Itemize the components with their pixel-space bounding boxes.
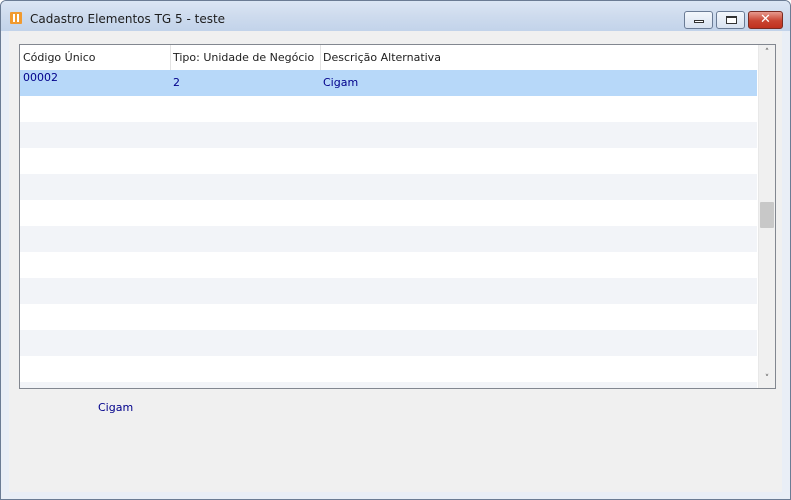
empty-row [20,148,757,174]
empty-row [20,278,757,304]
vertical-scrollbar[interactable]: ˄ ˅ [758,45,775,388]
grid-header: Código Único Tipo: Unidade de Negócio De… [20,45,757,71]
cell-tipo[interactable]: 2 [170,70,320,96]
minimize-icon [694,20,704,23]
application-window: Cadastro Elementos TG 5 - teste ✕ Código… [0,0,791,500]
empty-row [20,330,757,356]
minimize-button[interactable] [684,11,713,29]
table-row[interactable]: 00002 2 Cigam [20,70,757,96]
column-header-codigo[interactable]: Código Único [20,45,170,70]
window-title: Cadastro Elementos TG 5 - teste [30,12,226,26]
cell-codigo[interactable]: 00002 [20,70,170,96]
scroll-up-icon[interactable]: ˄ [759,45,775,62]
elements-grid[interactable]: Código Único Tipo: Unidade de Negócio De… [19,44,776,389]
cell-descricao[interactable]: Cigam [320,70,750,96]
empty-row [20,252,757,278]
empty-row [20,304,757,330]
selected-description-label: Cigam [98,401,134,414]
empty-row [20,382,757,388]
empty-row [20,226,757,252]
column-header-tipo[interactable]: Tipo: Unidade de Negócio [170,45,320,70]
scroll-down-icon[interactable]: ˅ [759,371,775,388]
maximize-button[interactable] [716,11,745,29]
maximize-icon [726,16,737,24]
app-logo-icon [10,12,22,24]
empty-row [20,356,757,382]
column-header-descricao[interactable]: Descrição Alternativa [320,45,750,70]
close-icon: ✕ [760,12,771,27]
title-bar[interactable]: Cadastro Elementos TG 5 - teste ✕ [1,1,790,31]
empty-row [20,200,757,226]
empty-row [20,174,757,200]
empty-row [20,96,757,122]
main-content: Código Único Tipo: Unidade de Negócio De… [9,31,782,492]
scroll-thumb[interactable] [760,202,774,228]
empty-row [20,122,757,148]
close-button[interactable]: ✕ [748,11,783,29]
